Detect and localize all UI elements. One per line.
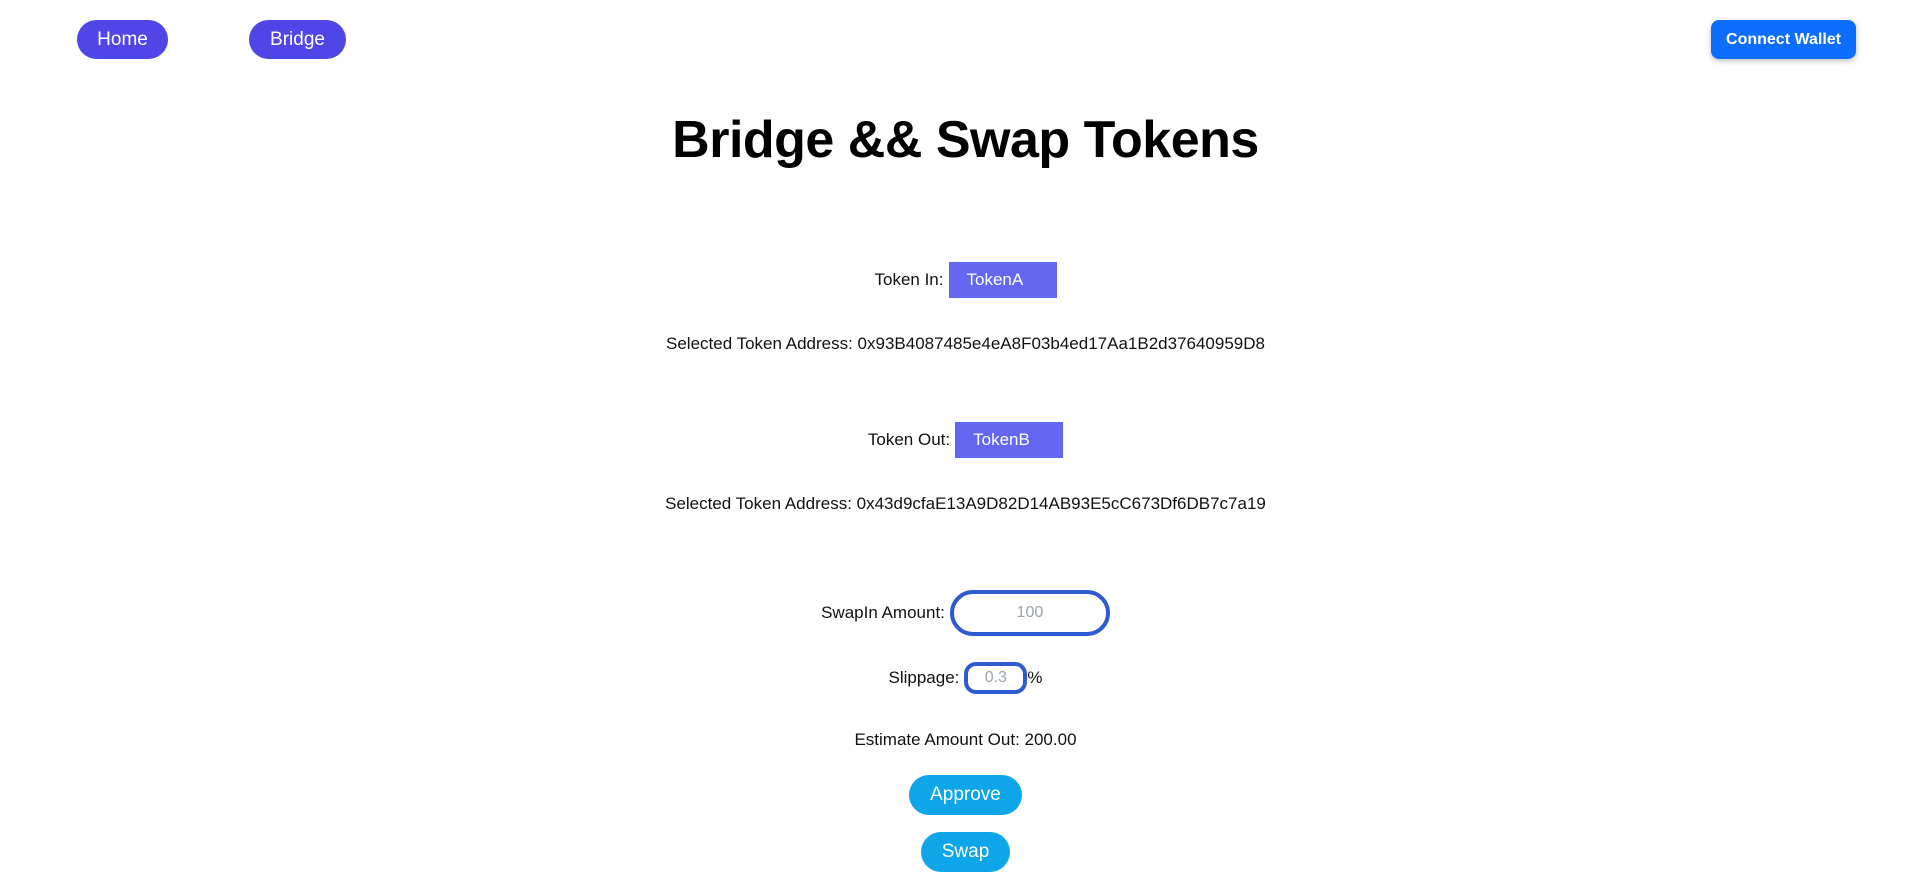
- estimate-amount-out: Estimate Amount Out: 200.00: [854, 730, 1077, 749]
- token-out-address: Selected Token Address: 0x43d9cfaE13A9D8…: [665, 494, 1266, 513]
- nav-bridge-button[interactable]: Bridge: [249, 20, 346, 59]
- token-out-row: Token Out: TokenB: [0, 422, 1911, 458]
- swap-button[interactable]: Swap: [921, 832, 1010, 872]
- slippage-input[interactable]: [964, 662, 1028, 694]
- token-in-row: Token In: TokenA: [0, 262, 1911, 298]
- slippage-row: Slippage: %: [0, 662, 1911, 694]
- token-out-label: Token Out:: [867, 430, 951, 449]
- token-in-address-row: Selected Token Address: 0x93B4087485e4eA…: [0, 332, 1911, 356]
- page-title: Bridge && Swap Tokens: [672, 111, 1259, 169]
- token-in-address: Selected Token Address: 0x93B4087485e4eA…: [666, 334, 1265, 353]
- swap-in-label: SwapIn Amount:: [821, 603, 945, 622]
- estimate-row: Estimate Amount Out: 200.00: [0, 728, 1911, 752]
- swap-row: Swap: [0, 832, 1911, 872]
- slippage-unit: %: [1027, 668, 1043, 687]
- token-out-select[interactable]: TokenB: [955, 422, 1064, 458]
- slippage-label: Slippage:: [888, 668, 960, 687]
- token-in-label: Token In:: [874, 270, 944, 289]
- swap-in-amount-input[interactable]: [949, 590, 1110, 636]
- token-in-select[interactable]: TokenA: [948, 262, 1057, 298]
- approve-row: Approve: [0, 775, 1911, 815]
- connect-wallet-button[interactable]: Connect Wallet: [1711, 20, 1856, 59]
- token-out-address-row: Selected Token Address: 0x43d9cfaE13A9D8…: [0, 492, 1911, 516]
- approve-button[interactable]: Approve: [909, 775, 1022, 815]
- swap-in-row: SwapIn Amount:: [0, 590, 1911, 636]
- nav-home-button[interactable]: Home: [77, 20, 168, 59]
